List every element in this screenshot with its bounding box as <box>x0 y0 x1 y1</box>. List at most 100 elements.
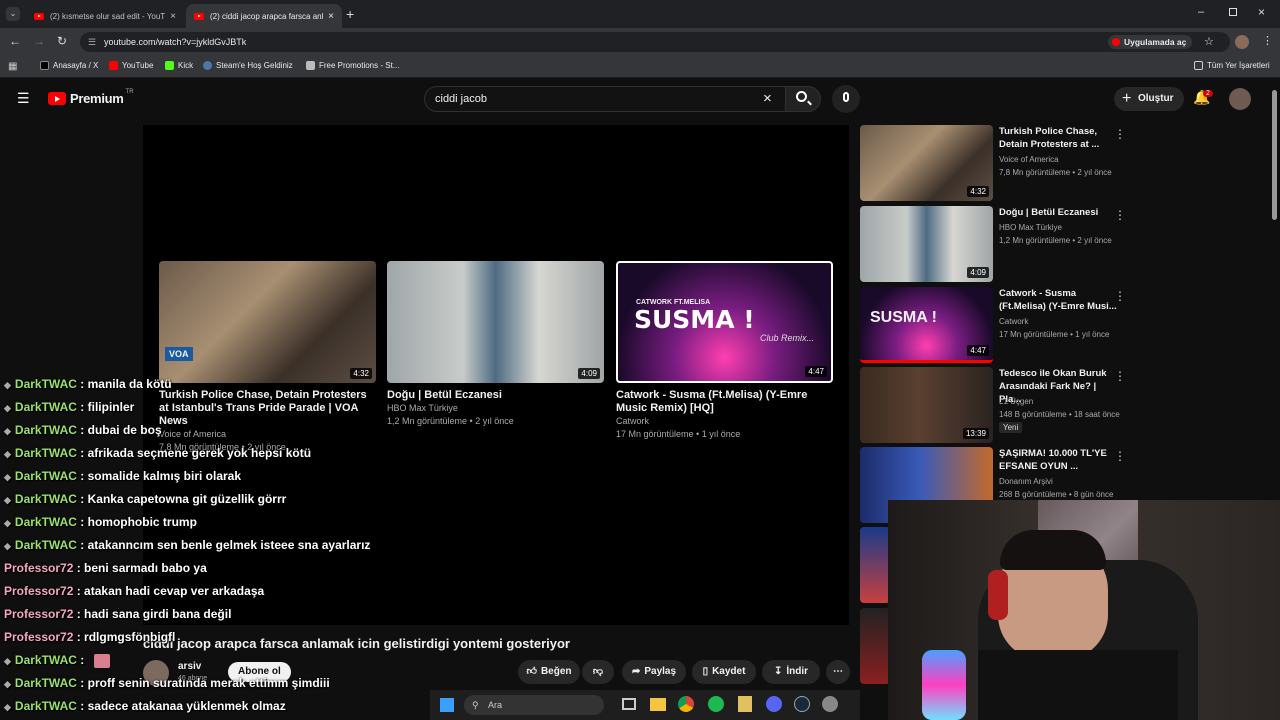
share-button[interactable]: ➦ Paylaş <box>622 660 686 684</box>
maximize-button[interactable] <box>1229 8 1237 16</box>
thumbs-up-icon: 👍︎ <box>526 666 537 677</box>
duration: 4:09 <box>967 267 989 278</box>
channel-name: Voice of America <box>999 155 1059 164</box>
chat-message: Professor72 : hadi sana girdi bana değil <box>4 607 231 621</box>
hamburger-menu-icon[interactable]: ☰ <box>17 90 30 107</box>
end-card-1[interactable]: 4:09 Doğu | Betül Eczanesi HBO Max Türki… <box>387 261 604 428</box>
create-button[interactable]: + Oluştur <box>1114 87 1184 111</box>
apps-grid-icon[interactable]: ▦ <box>8 61 17 72</box>
more-options-icon[interactable]: ⋮ <box>1114 127 1126 141</box>
sidebar-video-0[interactable]: 4:32 Turkish Police Chase, Detain Protes… <box>860 125 1130 201</box>
chat-message: Professor72 : atakan hadi cevap ver arka… <box>4 584 264 598</box>
bookmark-youtube[interactable]: YouTube <box>109 61 153 70</box>
open-in-app-button[interactable]: Uygulamada aç <box>1108 35 1193 49</box>
tab-title: (2) kısmetse olur sad edit - YouT <box>50 11 166 21</box>
clear-search-icon[interactable]: × <box>763 87 772 111</box>
new-tab-button[interactable]: + <box>346 6 354 22</box>
close-window-button[interactable]: × <box>1258 5 1265 19</box>
all-bookmarks[interactable]: Tüm Yer İşaretleri <box>1194 61 1270 70</box>
chat-badge-icon: ◆ <box>4 449 11 459</box>
chat-text: : sadece atakanaa yüklenmek olmaz <box>80 699 286 713</box>
account-avatar[interactable] <box>1229 88 1251 110</box>
tab-0[interactable]: (2) kısmetse olur sad edit - YouT × <box>26 4 184 28</box>
bookmark-x[interactable]: Anasayfa / X <box>40 61 98 70</box>
voice-search-button[interactable] <box>832 85 860 113</box>
chrome-icon[interactable] <box>678 696 694 712</box>
chat-badge-icon: ◆ <box>4 541 11 551</box>
menu-kebab-icon[interactable]: ⋮ <box>1262 34 1273 47</box>
task-view-icon[interactable] <box>622 698 636 710</box>
chat-username: DarkTWAC <box>14 515 77 529</box>
video-title: Doğu | Betül Eczanesi <box>999 207 1099 218</box>
forward-icon[interactable]: → <box>33 34 45 48</box>
steam-icon[interactable] <box>794 696 810 712</box>
minimize-button[interactable]: – <box>1198 6 1204 18</box>
dislike-button[interactable]: 👎︎ <box>582 660 614 684</box>
voa-logo: VOA <box>165 347 193 361</box>
sidebar-video-2[interactable]: SUSMA ! 4:47 Catwork - Susma (Ft.Melisa)… <box>860 287 1130 363</box>
webcam-shirt <box>978 650 1178 720</box>
spotify-icon[interactable] <box>708 696 724 712</box>
chat-badge-icon: ◆ <box>4 495 11 505</box>
video-meta: 1,2 Mn görüntüleme • 2 yıl önce <box>387 416 514 426</box>
bookmark-steam[interactable]: Steam'e Hoş Geldiniz <box>203 61 293 70</box>
video-meta: 148 B görüntüleme • 18 saat önce <box>999 410 1120 419</box>
more-options-icon[interactable]: ⋮ <box>1114 449 1126 463</box>
bookmark-free-promotions[interactable]: Free Promotions - St... <box>306 61 399 70</box>
close-tab-icon[interactable]: × <box>170 11 176 22</box>
reload-icon[interactable]: ↻ <box>57 34 67 48</box>
more-options-icon[interactable]: ⋮ <box>1114 208 1126 222</box>
save-button[interactable]: ▯ Kaydet <box>692 660 756 684</box>
settings-icon[interactable] <box>822 696 838 712</box>
address-bar[interactable]: ☰ youtube.com/watch?v=jykldGvJBTk Uygula… <box>80 32 1230 52</box>
like-button[interactable]: 👍︎ Beğen <box>518 660 580 684</box>
channel-name: Donanım Arşivi <box>999 477 1053 486</box>
end-card-2[interactable]: CATWORK FT.MELISA SUSMA ! Club Remix... … <box>616 261 833 441</box>
chat-username: DarkTWAC <box>14 676 77 690</box>
profile-avatar[interactable] <box>1235 35 1249 49</box>
sidebar-thumbnail-partial[interactable] <box>860 527 890 603</box>
chat-text: : Kanka capetowna git güzellik görrr <box>80 492 287 506</box>
more-options-icon[interactable]: ⋮ <box>1114 289 1126 303</box>
thumbnail-headline: SUSMA ! <box>870 309 937 326</box>
app-icon[interactable] <box>738 696 752 712</box>
address-toolbar: ← → ↻ ☰ youtube.com/watch?v=jykldGvJBTk … <box>0 28 1280 56</box>
close-tab-icon[interactable]: × <box>328 11 334 22</box>
back-icon[interactable]: ← <box>9 34 21 48</box>
download-icon: ↧ <box>773 666 783 677</box>
search-button[interactable] <box>785 86 821 112</box>
sidebar-video-3[interactable]: 13:39 Tedesco ile Okan Buruk Arasındaki … <box>860 367 1130 443</box>
search-input[interactable]: ciddi jacob × <box>424 86 786 112</box>
chat-message: ◆ DarkTWAC : homophobic trump <box>4 515 197 529</box>
bookmarks-bar: ▦ Anasayfa / X YouTube Kick Steam'e Hoş … <box>0 56 1280 78</box>
microphone-icon <box>843 92 849 102</box>
bookmark-kick[interactable]: Kick <box>165 61 193 70</box>
channel-name[interactable]: arsiv <box>178 661 201 672</box>
sidebar-video-1[interactable]: 4:09 Doğu | Betül Eczanesi HBO Max Türki… <box>860 206 1130 282</box>
bookmark-star-icon[interactable]: ☆ <box>1204 32 1214 52</box>
video-title: Turkish Police Chase, Detain Protesters … <box>999 126 1100 150</box>
sidebar-thumbnail-partial[interactable] <box>860 608 890 684</box>
youtube-logo[interactable]: Premium TR <box>48 89 134 106</box>
open-in-app-label: Uygulamada aç <box>1124 37 1187 47</box>
file-explorer-icon[interactable] <box>650 698 666 711</box>
tab-1[interactable]: (2) ciddi jacop arapca farsca anl × <box>186 4 342 28</box>
more-options-icon[interactable]: ⋮ <box>1114 369 1126 383</box>
chat-text: : rdlgmgsfönbigfl <box>76 630 176 644</box>
site-info-icon[interactable]: ☰ <box>88 32 96 52</box>
thumbnail: 4:09 <box>860 206 993 282</box>
end-card-0[interactable]: VOA 4:32 Turkish Police Chase, Detain Pr… <box>159 261 376 454</box>
taskbar-search[interactable]: ⚲ Ara <box>464 695 604 715</box>
chat-badge-icon: ◆ <box>4 472 11 482</box>
discord-icon[interactable] <box>766 696 782 712</box>
page-scrollbar[interactable] <box>1272 90 1277 220</box>
chat-username: DarkTWAC <box>14 400 77 414</box>
create-label: Oluştur <box>1138 93 1174 104</box>
chat-emote-icon <box>94 654 110 668</box>
chat-text: : atakan hadi cevap ver arkadaşa <box>76 584 265 598</box>
tab-list-button[interactable]: ⌄ <box>6 7 20 21</box>
duration: 4:32 <box>967 186 989 197</box>
start-icon[interactable] <box>440 698 454 712</box>
download-button[interactable]: ↧ İndir <box>762 660 820 684</box>
more-actions-button[interactable]: ⋯ <box>826 660 850 684</box>
